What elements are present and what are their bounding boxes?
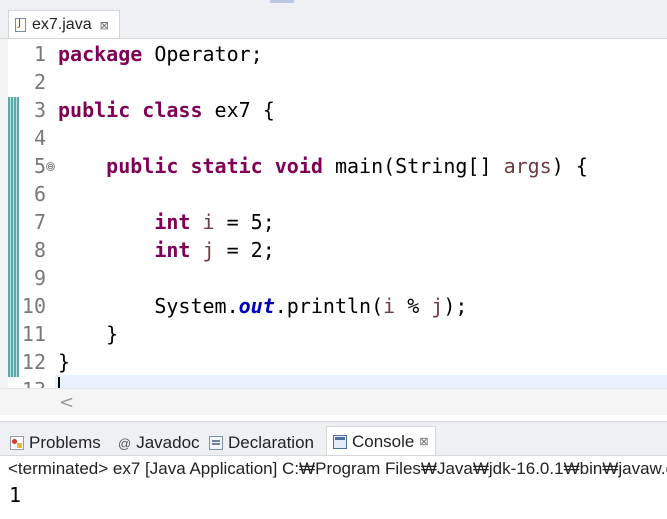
code-token: = 2;	[214, 238, 275, 262]
scroll-left-arrow-icon[interactable]: <	[59, 392, 74, 413]
variable-token: i	[202, 210, 215, 234]
line-number: 9	[33, 266, 46, 290]
code-line: int i = 5;	[58, 208, 275, 236]
current-line-highlight	[55, 375, 667, 389]
code-token: );	[443, 294, 468, 318]
close-icon[interactable]: ⊠	[100, 19, 109, 32]
console-status-line: <terminated> ex7 [Java Application] C:₩P…	[0, 455, 667, 481]
problems-icon	[10, 435, 24, 450]
code-line: public static void main(String[] args) {	[58, 152, 588, 180]
variable-token: i	[383, 294, 396, 318]
declaration-icon	[209, 435, 223, 450]
keyword-token: public	[58, 98, 131, 122]
tab-declaration[interactable]: Declaration	[209, 429, 314, 456]
code-token: }	[58, 322, 119, 346]
overview-ruler-left	[0, 39, 8, 389]
code-token: ex7 {	[202, 98, 275, 122]
keyword-token: public	[106, 154, 179, 178]
code-token: %	[395, 294, 432, 318]
code-line: int j = 2;	[58, 236, 275, 264]
code-line: System.out.println(i % j);	[58, 292, 467, 320]
bottom-panel-tab-bar: Problems @ Javadoc Declaration Console ⊠	[0, 421, 667, 456]
editor-tab-ex7-java[interactable]: ex7.java ⊠	[8, 10, 120, 39]
code-token: ) {	[551, 154, 588, 178]
tab-javadoc-label: Javadoc	[136, 432, 200, 452]
tab-console-label: Console	[352, 431, 415, 451]
editor-tab-label: ex7.java	[32, 16, 92, 33]
horizontal-scrollbar[interactable]: <	[55, 388, 667, 415]
keyword-token: int	[154, 238, 191, 262]
line-number: 4	[33, 126, 46, 150]
keyword-token: static	[190, 154, 263, 178]
line-number: 12	[21, 350, 46, 374]
code-line: public class ex7 {	[58, 96, 275, 124]
tab-problems-label: Problems	[29, 432, 101, 452]
line-number: 11	[21, 322, 46, 346]
console-icon	[333, 434, 347, 449]
line-number: 8	[33, 238, 46, 262]
scrollbar-gutter	[0, 388, 55, 415]
line-number-gutter: 12345⊖678910111213	[19, 39, 55, 402]
console-output[interactable]: 1	[0, 481, 667, 519]
code-token: System.	[58, 294, 239, 318]
fold-collapse-icon[interactable]: ⊖	[46, 162, 55, 171]
variable-token: j	[431, 294, 444, 318]
tab-problems[interactable]: Problems	[10, 429, 101, 456]
code-token: main(String[]	[322, 154, 504, 178]
variable-token: args	[503, 154, 552, 178]
code-token: = 5;	[214, 210, 275, 234]
tab-declaration-label: Declaration	[228, 432, 314, 452]
line-number: 2	[33, 70, 46, 94]
field-token: out	[238, 294, 275, 318]
variable-token: j	[202, 238, 215, 262]
code-line: }	[58, 348, 70, 376]
keyword-token: int	[154, 210, 191, 234]
java-file-icon	[15, 18, 26, 32]
keyword-token: class	[142, 98, 203, 122]
code-token: Operator;	[142, 42, 263, 66]
quick-diff-change-bar	[8, 97, 19, 377]
keyword-token: void	[274, 154, 323, 178]
code-editor[interactable]: 12345⊖678910111213 package Operator;publ…	[0, 38, 667, 402]
code-line: }	[58, 320, 118, 348]
line-number: 5	[33, 154, 46, 178]
window-accent	[270, 0, 294, 3]
line-number: 10	[21, 294, 46, 318]
keyword-token: package	[58, 42, 143, 66]
javadoc-icon: @	[118, 435, 132, 451]
close-icon[interactable]: ⊠	[419, 435, 428, 448]
line-number: 1	[33, 42, 46, 66]
tab-javadoc[interactable]: @ Javadoc	[118, 429, 200, 456]
line-number: 7	[33, 210, 46, 234]
code-token: }	[58, 350, 71, 374]
line-number: 6	[33, 182, 46, 206]
code-token: .println(	[274, 294, 384, 318]
code-line: package Operator;	[58, 40, 263, 68]
line-number: 3	[33, 98, 46, 122]
tab-console[interactable]: Console ⊠	[326, 426, 436, 456]
